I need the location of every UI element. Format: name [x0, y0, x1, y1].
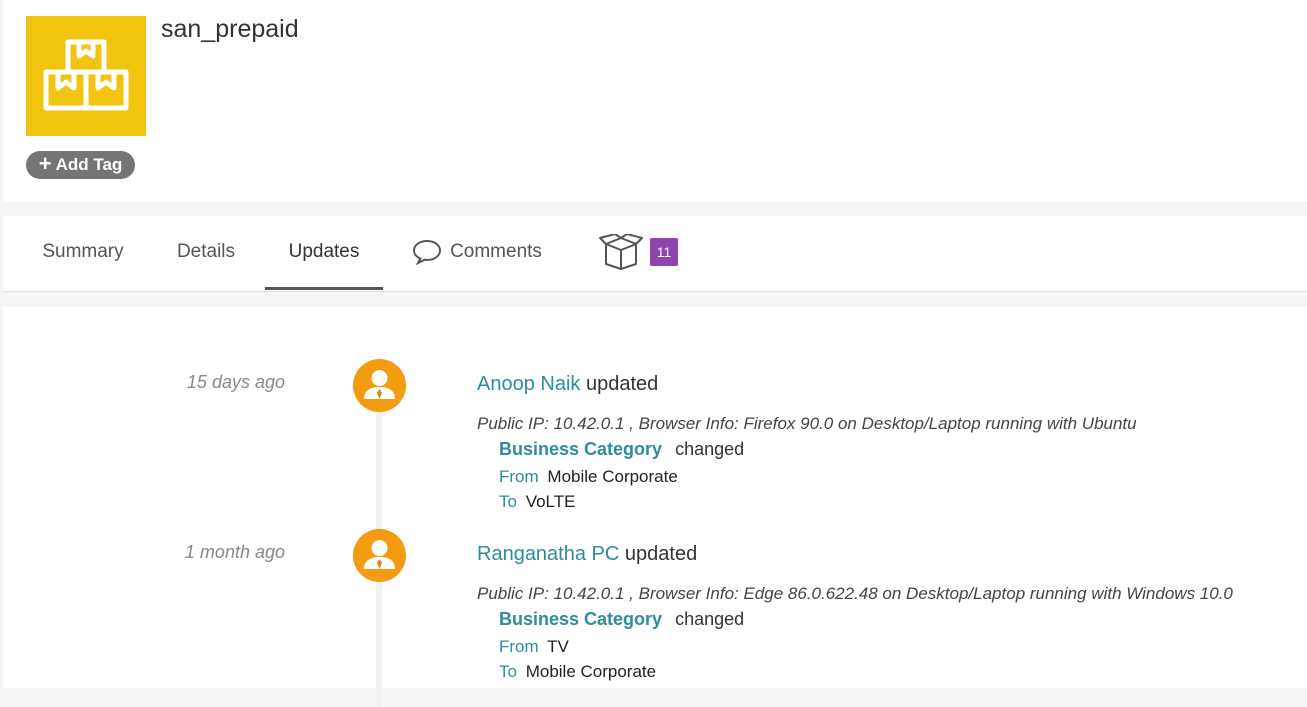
update-time: 1 month ago [184, 542, 285, 562]
user-icon [364, 540, 395, 569]
tab-bar: Summary Details Updates Comments 11 [3, 216, 1307, 292]
from-label: From [499, 637, 539, 656]
update-meta: Public IP: 10.42.0.1 , Browser Info: Edg… [477, 584, 1233, 603]
change-word: changed [675, 609, 745, 629]
to-label: To [499, 662, 517, 681]
from-value-row: From TV [499, 637, 569, 657]
tab-comments[interactable]: Comments [407, 216, 547, 288]
tab-updates[interactable]: Updates [265, 216, 383, 290]
tab-packages[interactable]: 11 [593, 216, 683, 288]
page-title: san_prepaid [161, 15, 299, 43]
changed-field: Business Category changed [499, 439, 744, 460]
update-time: 15 days ago [186, 372, 285, 392]
update-headline: Ranganatha PC updated [477, 543, 697, 566]
record-logo [26, 16, 146, 136]
boxes-icon [43, 39, 129, 111]
comment-bubble-icon [412, 239, 442, 265]
tab-details-label: Details [176, 241, 236, 262]
update-meta: Public IP: 10.42.0.1 , Browser Info: Fir… [477, 414, 1137, 433]
add-tag-label: Add Tag [55, 155, 123, 174]
updates-feed: 15 days ago Anoop Naik updated Public IP… [3, 307, 1307, 707]
tab-comments-label: Comments [450, 241, 542, 262]
from-value: Mobile Corporate [547, 467, 678, 486]
from-label: From [499, 467, 539, 486]
changed-field: Business Category changed [499, 609, 744, 630]
to-label: To [499, 492, 517, 511]
packages-count-badge: 11 [650, 238, 678, 266]
field-name: Business Category [499, 439, 663, 459]
from-value: TV [547, 637, 569, 656]
tab-summary-label: Summary [42, 241, 124, 262]
update-action: updated [585, 373, 659, 395]
update-action: updated [624, 543, 698, 565]
user-avatar [353, 359, 406, 412]
open-box-icon [598, 234, 644, 270]
user-name-link[interactable]: Ranganatha PC [477, 543, 619, 565]
user-avatar [353, 529, 406, 582]
add-tag-button[interactable]: + Add Tag [26, 151, 135, 179]
user-icon [364, 370, 395, 399]
field-name: Business Category [499, 609, 663, 629]
record-header: san_prepaid + Add Tag [3, 0, 1307, 202]
to-value-row: To Mobile Corporate [499, 662, 656, 682]
to-value: VoLTE [525, 492, 576, 511]
tab-details[interactable]: Details [158, 216, 254, 288]
to-value-row: To VoLTE [499, 492, 575, 512]
from-value-row: From Mobile Corporate [499, 467, 678, 487]
update-headline: Anoop Naik updated [477, 373, 658, 396]
plus-icon: + [38, 151, 52, 176]
change-word: changed [675, 439, 745, 459]
user-name-link[interactable]: Anoop Naik [477, 373, 580, 395]
tab-updates-label: Updates [288, 240, 360, 262]
to-value: Mobile Corporate [525, 662, 657, 681]
tab-summary[interactable]: Summary [23, 216, 143, 288]
